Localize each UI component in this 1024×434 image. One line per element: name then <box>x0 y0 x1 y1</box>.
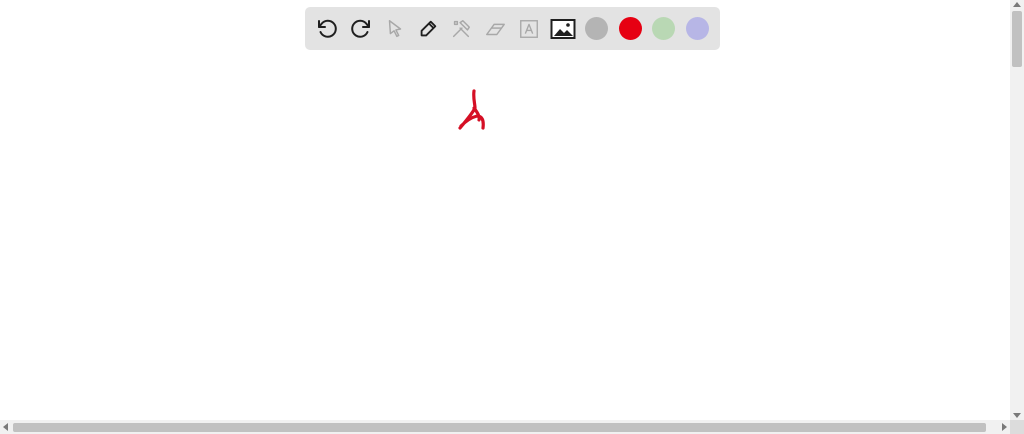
pointer-button[interactable] <box>381 15 408 42</box>
drawn-stroke <box>458 89 485 130</box>
pointer-icon <box>384 18 406 40</box>
scroll-left-arrow-icon[interactable] <box>3 423 8 431</box>
toolbar <box>305 7 720 50</box>
horizontal-scroll-thumb[interactable] <box>13 423 986 432</box>
tools-icon <box>450 18 472 40</box>
pen-icon <box>417 18 439 40</box>
color-swatch-red[interactable] <box>619 17 642 40</box>
color-swatch-lavender[interactable] <box>686 17 709 40</box>
color-swatch-green[interactable] <box>652 17 675 40</box>
text-icon <box>518 18 540 40</box>
horizontal-scrollbar[interactable] <box>0 420 1010 434</box>
color-swatch-gray[interactable] <box>585 17 608 40</box>
image-icon <box>550 18 576 40</box>
scroll-up-arrow-icon[interactable] <box>1013 2 1021 7</box>
eraser-button[interactable] <box>481 15 508 42</box>
scroll-right-arrow-icon[interactable] <box>1002 423 1007 431</box>
drawing-canvas[interactable] <box>0 0 1010 420</box>
undo-icon <box>315 17 339 41</box>
tools-button[interactable] <box>447 15 474 42</box>
undo-button[interactable] <box>313 15 340 42</box>
scrollbar-corner <box>1010 420 1024 434</box>
scroll-down-arrow-icon[interactable] <box>1013 413 1021 418</box>
eraser-icon <box>483 18 507 40</box>
redo-icon <box>349 17 373 41</box>
redo-button[interactable] <box>347 15 374 42</box>
vertical-scroll-thumb[interactable] <box>1012 11 1022 67</box>
image-button[interactable] <box>549 15 576 42</box>
vertical-scrollbar[interactable] <box>1010 0 1024 420</box>
pen-button[interactable] <box>414 15 441 42</box>
text-button[interactable] <box>515 15 542 42</box>
